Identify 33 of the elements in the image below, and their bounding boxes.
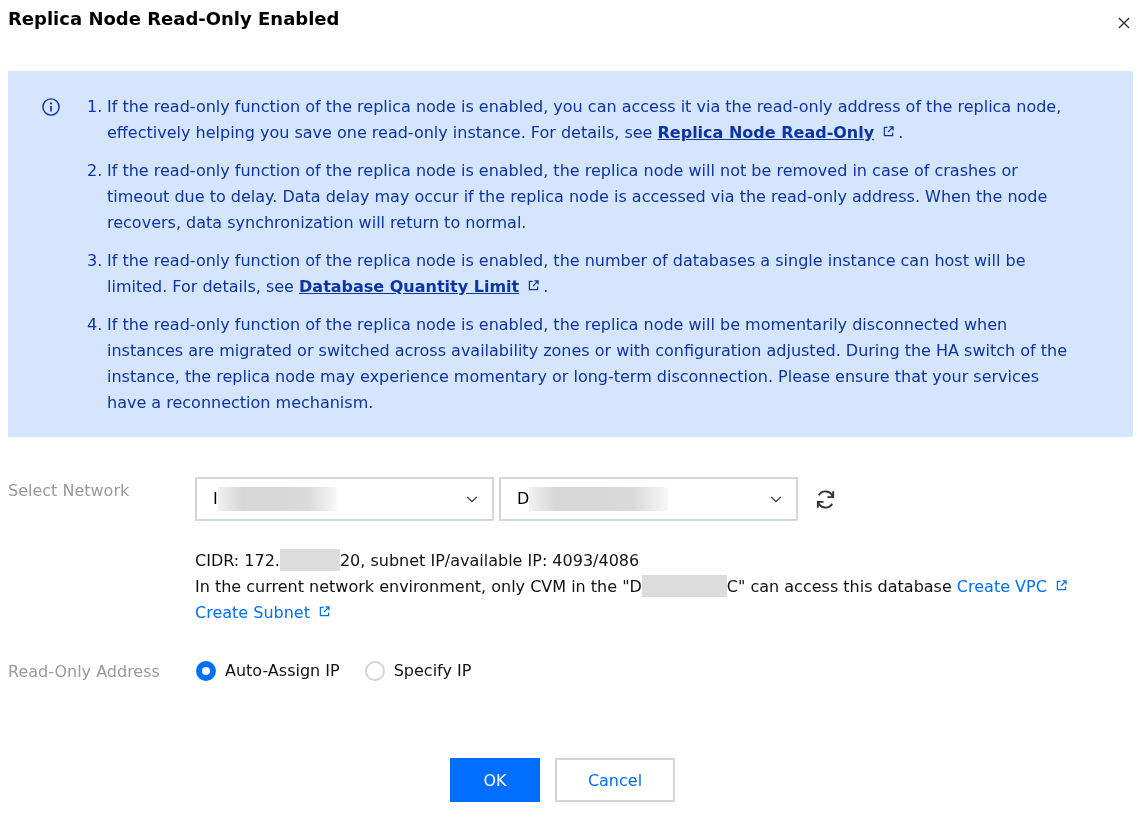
external-link-icon: [883, 126, 895, 137]
dialog-title: Replica Node Read-Only Enabled: [8, 8, 340, 30]
note-text: If the read-only function of the replica node is enabled, the number of databases a single instance can host will be limited. For details, see Database Quantity Limit .: [107, 250, 1027, 298]
network-info-text: CIDR: 172. 20, subnet IP/available IP: 4093/4086: [195, 548, 641, 573]
refresh-icon[interactable]: [814, 487, 837, 511]
radio-option[interactable]: Specify IP: [363, 658, 472, 684]
note-text: If the read-only function of the replica node is enabled, the replica node will be momentarily disconnected when instances are migrated or switched across availability zones or with configuration adjusted. During the HA switch of the instance, the replica node may experience momentary or long-term disconnection. Please ensure that your services have a reconnection mechanism.: [107, 314, 1068, 414]
list-number: 4.: [87, 314, 104, 336]
field-label: Read-Only Address: [8, 661, 161, 683]
list-number: 2.: [87, 160, 104, 182]
list-number: 3.: [87, 250, 104, 272]
external-link-icon: [528, 280, 540, 291]
select-field[interactable]: D: [499, 477, 798, 521]
doc-link[interactable]: Database Quantity Limit: [299, 277, 544, 296]
select-field[interactable]: I: [195, 477, 494, 521]
cancel-button[interactable]: Cancel: [555, 758, 675, 802]
info-icon: [42, 98, 60, 116]
note-text: If the read-only function of the replica node is enabled, you can access it via the read-only address of the replica node, effectively helping you save one read-only instance. For details, see Replica Node Read-Only .: [107, 96, 1063, 144]
external-link-icon: [318, 606, 330, 617]
external-link-icon: [1055, 580, 1067, 591]
create-link[interactable]: Create VPC: [956, 577, 1071, 596]
doc-link[interactable]: Replica Node Read-Only: [657, 123, 899, 142]
close-icon[interactable]: [1118, 17, 1130, 29]
chevron-down-icon: [466, 495, 478, 503]
create-link[interactable]: Create Subnet: [195, 603, 334, 622]
radio-option[interactable]: Auto-Assign IP: [195, 658, 340, 684]
note-text: If the read-only function of the replica node is enabled, the replica node will not be removed in case of crashes or timeout due to delay. Data delay may occur if the replica node is accessed via the read-only address. When the node recovers, data synchronization will return to normal.: [107, 160, 1049, 234]
field-label: Select Network: [8, 480, 131, 502]
network-info-text: In the current network environment, only CVM in the "D C" can access this database Create VPC Create Subnet: [195, 574, 1075, 626]
ok-button[interactable]: OK: [450, 758, 540, 802]
redaction-blur: [279, 549, 340, 571]
chevron-down-icon: [770, 495, 782, 503]
list-number: 1.: [87, 96, 104, 118]
